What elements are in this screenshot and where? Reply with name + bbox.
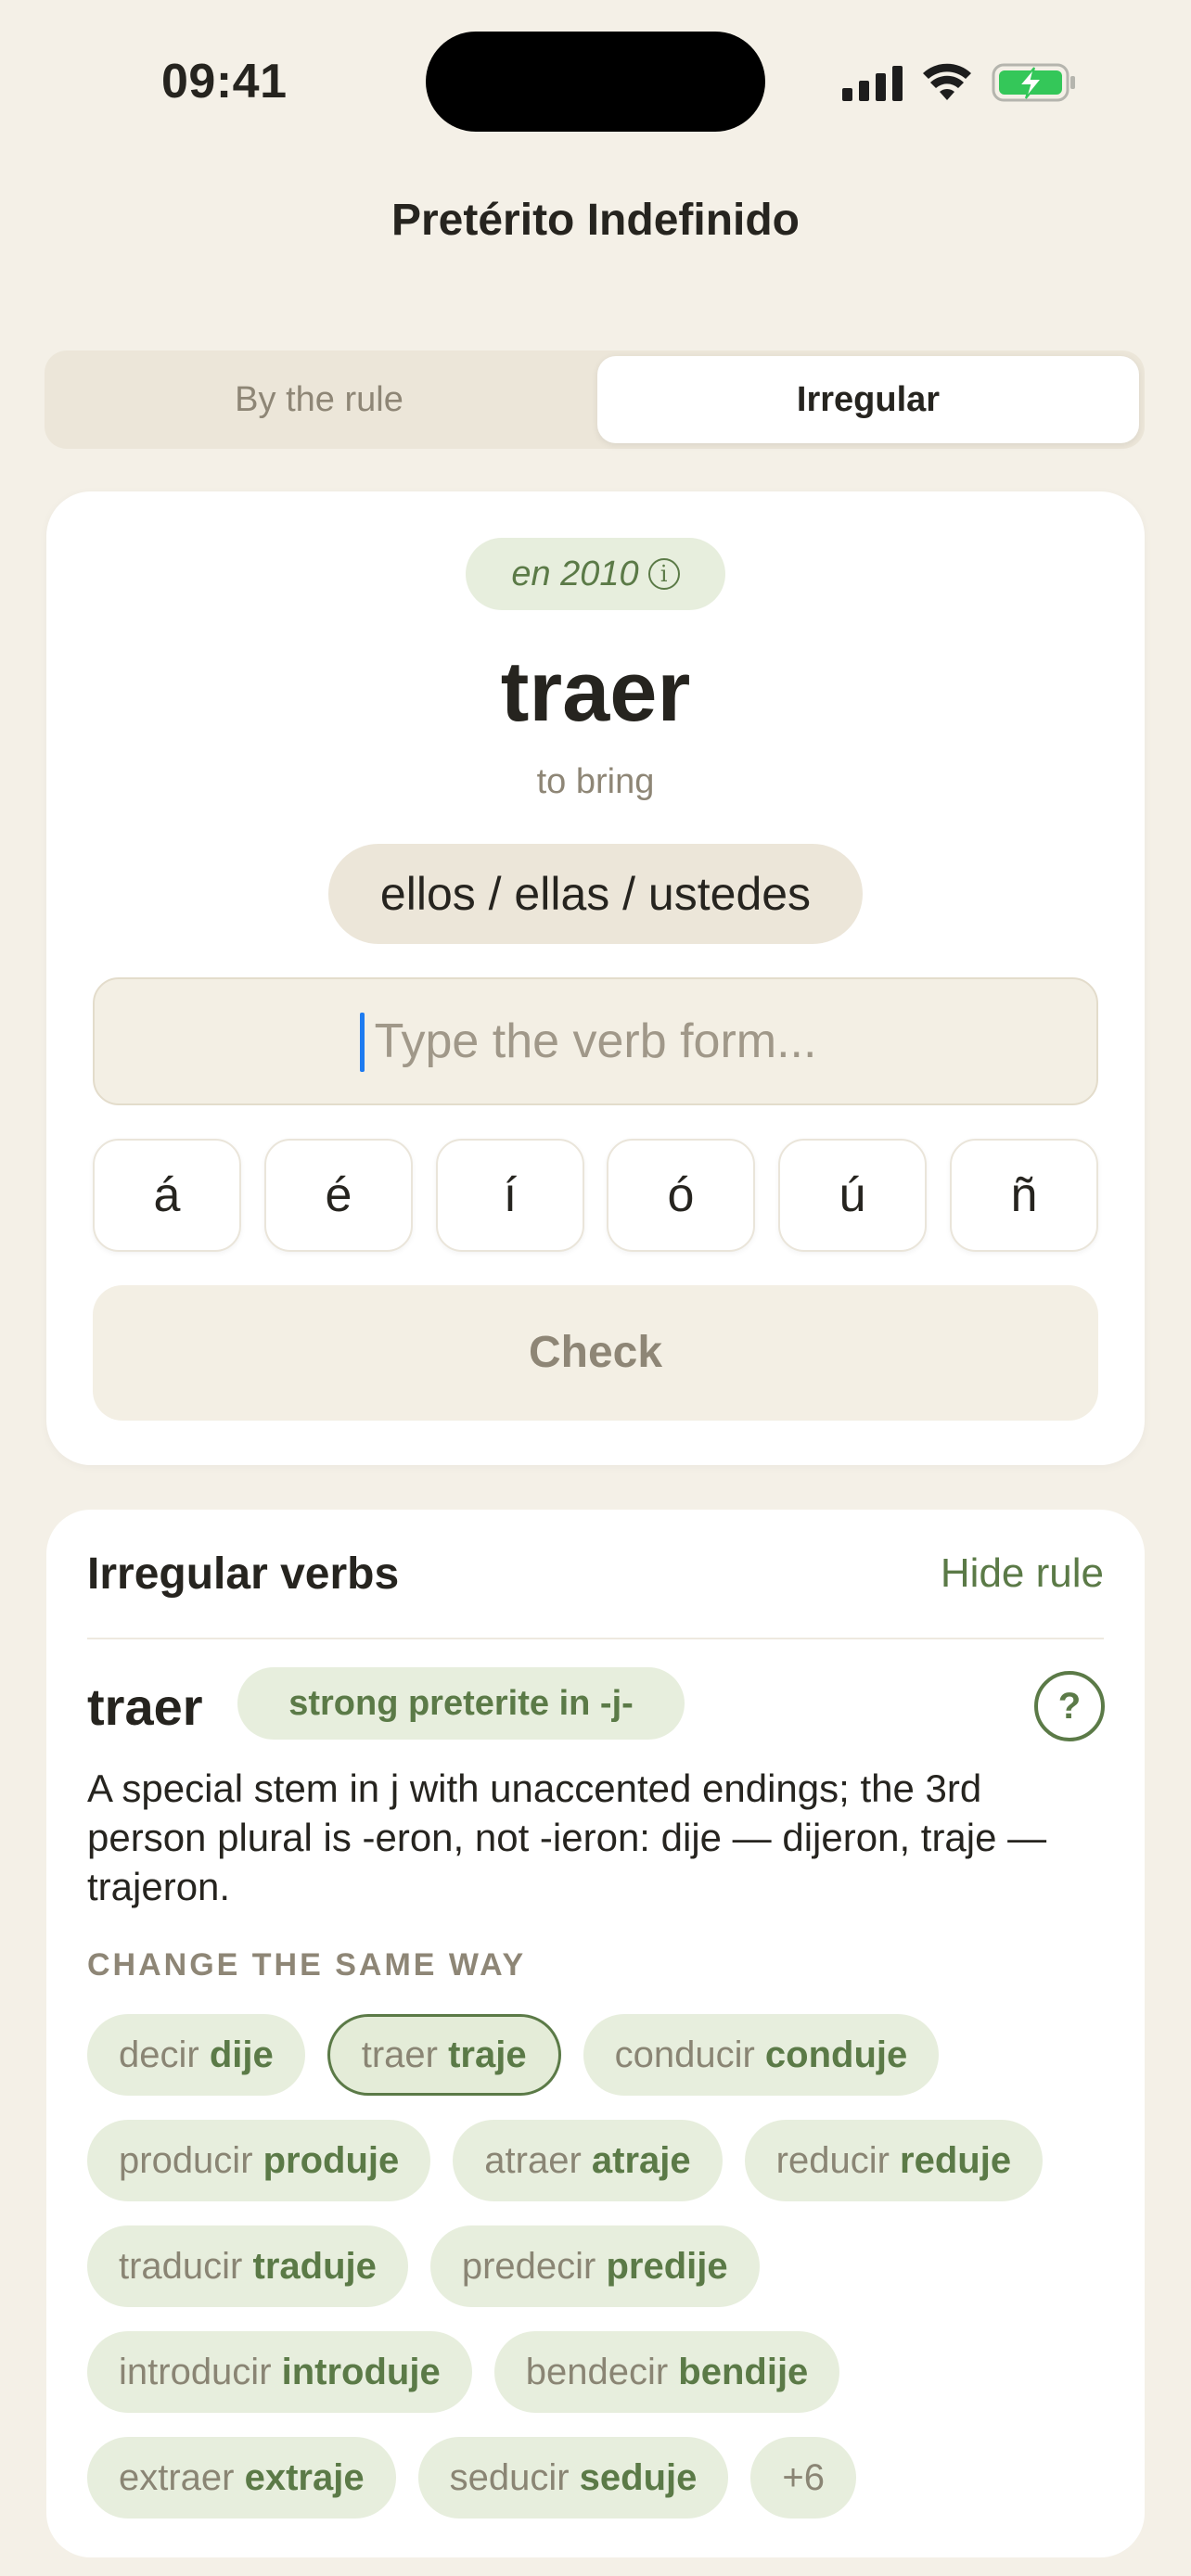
rule-category-tag: strong preterite in -j- xyxy=(237,1667,685,1740)
verb-translation: to bring xyxy=(536,762,655,801)
rule-card-title: Irregular verbs xyxy=(87,1549,400,1599)
rule-verb: traer xyxy=(87,1677,203,1736)
mode-segmented-control: By the rule Irregular xyxy=(45,351,1145,449)
info-icon: i xyxy=(647,558,680,590)
tab-irregular[interactable]: Irregular xyxy=(597,356,1139,443)
battery-charging-icon xyxy=(992,63,1075,102)
tab-by-the-rule[interactable]: By the rule xyxy=(50,356,588,443)
example-chip-predecir[interactable]: predecir predije xyxy=(429,2225,760,2307)
accent-key-o[interactable]: ó xyxy=(607,1139,755,1252)
status-time: 09:41 xyxy=(161,55,288,108)
example-chip-traducir[interactable]: traducir traduje xyxy=(87,2225,408,2307)
chip-form: produje xyxy=(263,2140,400,2181)
accent-key-a[interactable]: á xyxy=(93,1139,241,1252)
chip-infinitive: seducir xyxy=(449,2457,580,2498)
cellular-signal-icon xyxy=(842,64,903,101)
more-examples-chip[interactable]: +6 xyxy=(750,2437,856,2519)
example-chip-reducir[interactable]: reducir reduje xyxy=(744,2120,1044,2201)
chip-form: traje xyxy=(448,2034,527,2075)
example-verb-chips: decir dije traer traje conducir conduje pro… xyxy=(87,2014,1117,2519)
chip-form: predije xyxy=(606,2246,728,2287)
rule-description: A special stem in j with unaccented endi… xyxy=(87,1766,1047,1908)
example-chip-conducir[interactable]: conducir conduje xyxy=(583,2014,940,2096)
chip-form: reduje xyxy=(900,2140,1012,2181)
chip-infinitive: bendecir xyxy=(525,2352,679,2392)
example-chip-decir[interactable]: decir dije xyxy=(87,2014,305,2096)
help-icon[interactable]: ? xyxy=(1034,1671,1105,1741)
chip-infinitive: introducir xyxy=(119,2352,282,2392)
chip-form: bendije xyxy=(678,2352,809,2392)
chip-infinitive: traducir xyxy=(119,2246,253,2287)
example-chip-seducir[interactable]: seducir seduje xyxy=(417,2437,729,2519)
divider xyxy=(87,1638,1104,1639)
context-hint-badge[interactable]: en 2010 i xyxy=(466,538,725,610)
dynamic-island xyxy=(426,32,765,132)
chip-infinitive: decir xyxy=(119,2034,210,2075)
chip-infinitive: predecir xyxy=(461,2246,607,2287)
example-chip-traer[interactable]: traer traje xyxy=(327,2014,561,2096)
chip-form: conduje xyxy=(764,2034,908,2075)
status-icons xyxy=(842,57,1077,108)
page-title: Pretérito Indefinido xyxy=(391,196,800,245)
chip-infinitive: reducir xyxy=(775,2140,901,2181)
hint-year: en 2010 xyxy=(511,554,639,593)
chip-form: traduje xyxy=(252,2246,377,2287)
accent-key-u[interactable]: ú xyxy=(778,1139,927,1252)
chip-infinitive: producir xyxy=(119,2140,263,2181)
accent-key-i[interactable]: í xyxy=(436,1139,584,1252)
chip-form: dije xyxy=(209,2034,274,2075)
chip-infinitive: traer xyxy=(361,2034,449,2075)
pronoun-pill: ellos / ellas / ustedes xyxy=(328,844,863,944)
accent-key-e[interactable]: é xyxy=(264,1139,413,1252)
text-cursor xyxy=(360,1013,365,1072)
chip-infinitive: extraer xyxy=(119,2457,245,2498)
example-chip-extraer[interactable]: extraer extraje xyxy=(87,2437,396,2519)
chip-infinitive: conducir xyxy=(614,2034,765,2075)
chip-form: introduje xyxy=(281,2352,441,2392)
chip-form: extraje xyxy=(244,2457,365,2498)
chip-form: seduje xyxy=(579,2457,698,2498)
hide-rule-button[interactable]: Hide rule xyxy=(941,1550,1104,1597)
verb-form-input[interactable] xyxy=(93,977,1098,1105)
example-chip-introducir[interactable]: introducir introduje xyxy=(87,2331,472,2413)
example-chip-atraer[interactable]: atraer atraje xyxy=(453,2120,723,2201)
same-pattern-heading: CHANGE THE SAME WAY xyxy=(87,1947,527,1983)
check-button[interactable]: Check xyxy=(93,1285,1098,1421)
example-chip-producir[interactable]: producir produje xyxy=(87,2120,431,2201)
verb-infinitive: traer xyxy=(500,644,691,739)
accent-key-n[interactable]: ñ xyxy=(950,1139,1098,1252)
wifi-icon xyxy=(923,63,971,100)
chip-form: atraje xyxy=(591,2140,691,2181)
chip-infinitive: atraer xyxy=(484,2140,592,2181)
example-chip-bendecir[interactable]: bendecir bendije xyxy=(493,2331,840,2413)
